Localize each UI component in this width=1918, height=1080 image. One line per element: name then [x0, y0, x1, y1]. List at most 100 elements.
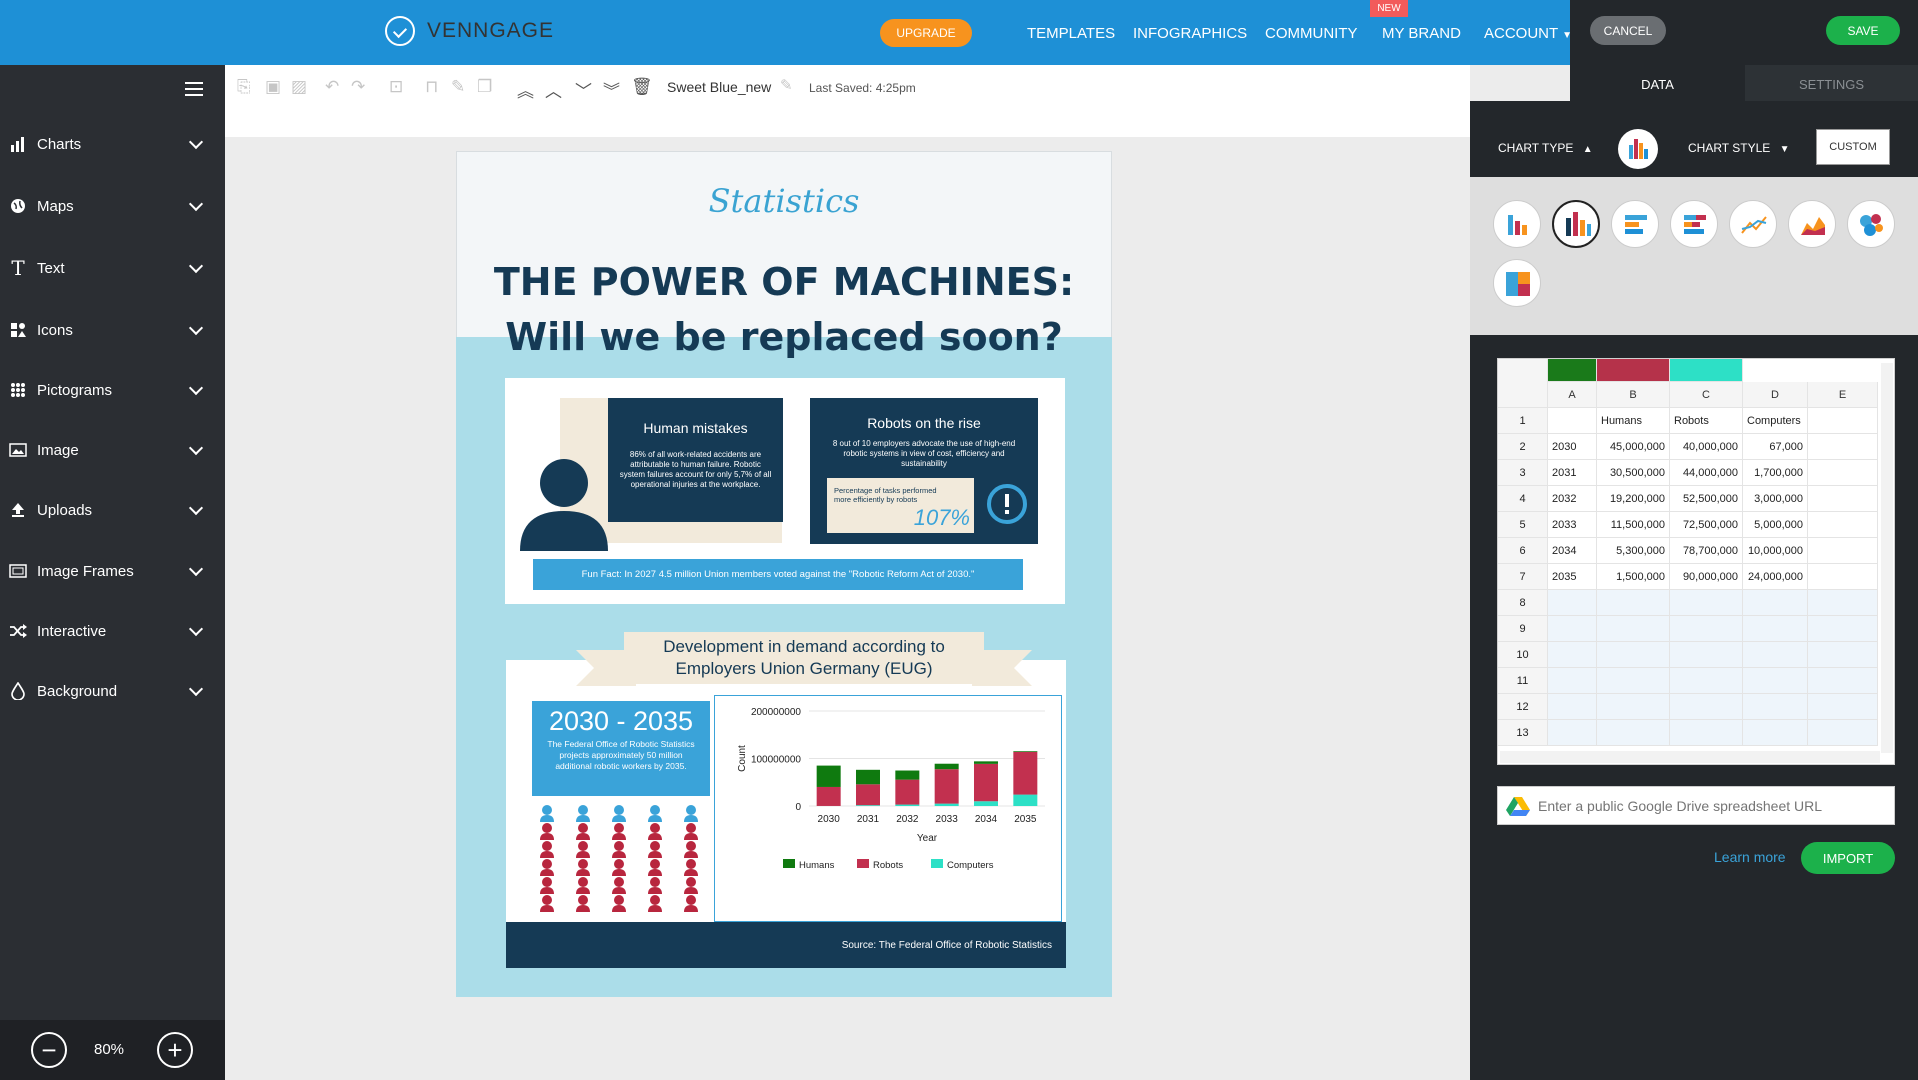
column-header[interactable]: C	[1670, 382, 1743, 408]
sheet-cell[interactable]	[1597, 590, 1670, 616]
undo-icon[interactable]: ↶	[325, 77, 339, 97]
sheet-cell[interactable]	[1548, 590, 1597, 616]
paint-format-icon[interactable]: ⎘	[237, 77, 251, 97]
transparency-icon[interactable]: ▣	[265, 77, 281, 97]
column-header[interactable]: A	[1548, 382, 1597, 408]
sidebar-item-maps[interactable]: Maps	[0, 186, 225, 226]
sheet-cell[interactable]	[1670, 668, 1743, 694]
sheet-cell[interactable]	[1808, 668, 1878, 694]
redo-icon[interactable]: ↷	[351, 77, 365, 97]
bar-humans-2030[interactable]	[816, 765, 841, 787]
sheet-cell[interactable]	[1808, 590, 1878, 616]
bubble-chart-type-icon[interactable]	[1847, 200, 1895, 248]
bar-humans-2031[interactable]	[856, 769, 880, 785]
nav-templates[interactable]: TEMPLATES	[1027, 25, 1115, 42]
row-number[interactable]: 11	[1498, 668, 1548, 694]
bar-computers-2033[interactable]	[934, 803, 959, 806]
sheet-vertical-scrollbar[interactable]	[1881, 363, 1893, 753]
sheet-cell[interactable]: 45,000,000	[1597, 434, 1670, 460]
sheet-cell[interactable]	[1670, 616, 1743, 642]
row-number[interactable]: 7	[1498, 564, 1548, 590]
bar-humans-2032[interactable]	[895, 770, 920, 780]
sheet-cell[interactable]: 67,000	[1743, 434, 1808, 460]
import-button[interactable]: IMPORT	[1801, 842, 1895, 874]
column-header[interactable]: D	[1743, 382, 1808, 408]
line-chart-type-icon[interactable]	[1729, 200, 1777, 248]
tab-settings[interactable]: SETTINGS	[1745, 65, 1918, 103]
learn-more-link[interactable]: Learn more	[1714, 849, 1786, 865]
bar-robots-2033[interactable]	[934, 769, 959, 804]
bar-computers-2031[interactable]	[856, 805, 880, 806]
row-number[interactable]: 1	[1498, 408, 1548, 434]
sheet-cell[interactable]: 19,200,000	[1597, 486, 1670, 512]
sheet-cell[interactable]: 24,000,000	[1743, 564, 1808, 590]
sheet-cell[interactable]	[1597, 642, 1670, 668]
sheet-cell[interactable]: 1,500,000	[1597, 564, 1670, 590]
bar-humans-2034[interactable]	[974, 761, 998, 764]
sheet-cell[interactable]	[1808, 486, 1878, 512]
bring-to-front-icon[interactable]: ︽	[517, 77, 534, 102]
upgrade-button[interactable]: UPGRADE	[880, 19, 972, 47]
cancel-button[interactable]: CANCEL	[1590, 16, 1666, 45]
sheet-cell[interactable]	[1548, 616, 1597, 642]
series-color-header[interactable]	[1548, 359, 1597, 382]
zoom-out-button[interactable]: −	[31, 1032, 67, 1068]
sheet-cell[interactable]: 90,000,000	[1670, 564, 1743, 590]
sidebar-item-pictograms[interactable]: Pictograms	[0, 370, 225, 410]
sheet-cell[interactable]	[1808, 616, 1878, 642]
sheet-cell[interactable]: 52,500,000	[1670, 486, 1743, 512]
headline[interactable]: THE POWER OF MACHINES: Will we be replac…	[456, 255, 1112, 365]
sheet-cell[interactable]	[1670, 642, 1743, 668]
column-header[interactable]: E	[1808, 382, 1878, 408]
tab-data[interactable]: DATA	[1570, 65, 1745, 103]
sheet-cell[interactable]	[1670, 694, 1743, 720]
url-input[interactable]	[1538, 797, 1878, 814]
sheet-cell[interactable]: 5,000,000	[1743, 512, 1808, 538]
row-number[interactable]: 12	[1498, 694, 1548, 720]
sheet-cell[interactable]	[1597, 720, 1670, 746]
sheet-cell[interactable]: 30,500,000	[1597, 460, 1670, 486]
row-number[interactable]: 3	[1498, 460, 1548, 486]
sheet-cell[interactable]: 2035	[1548, 564, 1597, 590]
bar-robots-2034[interactable]	[974, 763, 998, 802]
sheet-cell[interactable]	[1743, 616, 1808, 642]
chart-type-label[interactable]: CHART TYPE ▲	[1498, 141, 1593, 155]
sheet-cell[interactable]: 10,000,000	[1743, 538, 1808, 564]
row-number[interactable]: 2	[1498, 434, 1548, 460]
row-number[interactable]: 5	[1498, 512, 1548, 538]
current-chart-type-icon[interactable]	[1618, 129, 1658, 169]
sheet-cell[interactable]	[1808, 694, 1878, 720]
sheet-cell[interactable]	[1548, 668, 1597, 694]
bar-computers-2032[interactable]	[895, 804, 920, 806]
sheet-cell[interactable]: 1,700,000	[1743, 460, 1808, 486]
sheet-cell[interactable]	[1743, 720, 1808, 746]
horizontal-bar-type-icon[interactable]	[1611, 200, 1659, 248]
duplicate-icon[interactable]: ❐	[477, 77, 492, 97]
stacked-bar-chart[interactable]: 200000000 100000000 0 Count 2030 2031 2032 2033…	[714, 695, 1062, 922]
sheet-cell[interactable]	[1808, 512, 1878, 538]
custom-style-button[interactable]: CUSTOM	[1816, 129, 1890, 165]
treemap-type-icon[interactable]	[1493, 259, 1541, 307]
sheet-cell[interactable]	[1670, 720, 1743, 746]
nav-my-brand[interactable]: MY BRAND	[1382, 25, 1461, 42]
sheet-cell[interactable]: 2033	[1548, 512, 1597, 538]
sidebar-item-interactive[interactable]: Interactive	[0, 611, 225, 651]
fun-fact-banner[interactable]: Fun Fact: In 2027 4.5 million Union memb…	[533, 559, 1023, 590]
sheet-cell[interactable]	[1743, 590, 1808, 616]
nav-account[interactable]: ACCOUNT ▼	[1484, 25, 1572, 42]
sheet-cell[interactable]	[1808, 434, 1878, 460]
sheet-cell[interactable]	[1743, 694, 1808, 720]
sheet-cell[interactable]: Humans	[1597, 408, 1670, 434]
sheet-cell[interactable]: 5,300,000	[1597, 538, 1670, 564]
sheet-cell[interactable]	[1597, 668, 1670, 694]
sheet-cell[interactable]	[1548, 720, 1597, 746]
sheet-cell[interactable]	[1743, 642, 1808, 668]
sheet-cell[interactable]: 11,500,000	[1597, 512, 1670, 538]
sheet-cell[interactable]	[1548, 694, 1597, 720]
sheet-cell[interactable]	[1743, 668, 1808, 694]
sheet-cell[interactable]: 2031	[1548, 460, 1597, 486]
series-color-header[interactable]	[1597, 359, 1670, 382]
area-chart-type-icon[interactable]	[1788, 200, 1836, 248]
sidebar-item-icons[interactable]: Icons	[0, 310, 225, 350]
sheet-cell[interactable]	[1670, 590, 1743, 616]
